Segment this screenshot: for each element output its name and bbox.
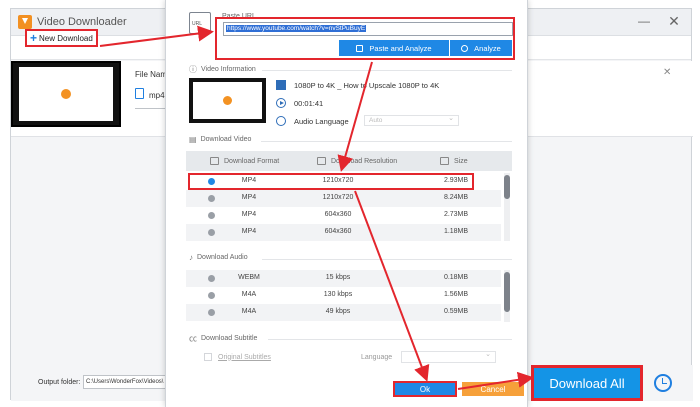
new-download-label: New Download — [39, 33, 93, 43]
minimize-button[interactable]: — — [636, 13, 652, 29]
output-folder-label: Output folder: — [38, 379, 81, 386]
subtitle-language-select[interactable] — [401, 350, 496, 363]
download-audio-label: Download Audio — [197, 254, 248, 261]
app-title: Video Downloader — [37, 16, 127, 28]
selected-row-highlight-box — [188, 173, 474, 190]
download-subtitle-label: Download Subtitle — [201, 335, 258, 342]
plus-icon: + — [30, 31, 38, 45]
url-icon — [189, 12, 211, 34]
play-icon — [276, 98, 286, 108]
app-logo-icon — [18, 15, 32, 29]
video-format-table: Download Format Download Resolution Size… — [186, 151, 512, 241]
resolution-column-header: Download Resolution — [317, 157, 397, 165]
original-subtitles-checkbox[interactable] — [204, 353, 212, 361]
download-dialog: Paste URL https://www.youtube.com/watch?… — [165, 0, 528, 407]
video-table-header: Download Format Download Resolution Size — [186, 151, 512, 171]
radio-button[interactable] — [208, 309, 215, 316]
original-subtitles-label: Original Subtitles — [218, 353, 271, 361]
radio-button[interactable] — [208, 292, 215, 299]
duration-row: 00:01:41 — [276, 98, 323, 108]
original-subtitles-option[interactable]: Original Subtitles — [204, 353, 271, 361]
video-thumbnail — [189, 78, 266, 123]
table-row[interactable]: WEBM 15 kbps 0.18MB — [186, 270, 501, 287]
radio-button[interactable] — [208, 212, 215, 219]
audio-language-select[interactable]: Auto — [364, 114, 459, 126]
url-highlight-box — [215, 17, 515, 60]
size-icon — [440, 157, 449, 165]
file-format-icon — [135, 88, 144, 99]
video-title: 1080P to 4K _ How to Upscale 1080P to 4K — [294, 80, 440, 90]
new-download-button[interactable]: + New Download — [25, 29, 98, 47]
scroll-thumb[interactable] — [504, 175, 510, 199]
video-info-section: ⓘ Video Information — [189, 64, 256, 75]
video-duration: 00:01:41 — [294, 98, 324, 108]
download-video-section: ▤ Download Video — [189, 135, 251, 144]
radio-button[interactable] — [208, 195, 215, 202]
remove-task-button[interactable]: ✕ — [663, 67, 671, 78]
radio-button[interactable] — [208, 229, 215, 236]
format-icon — [210, 157, 219, 165]
radio-button[interactable] — [208, 275, 215, 282]
film-icon: ▤ — [189, 135, 197, 144]
task-thumbnail — [11, 61, 121, 127]
video-logo-icon — [61, 89, 71, 99]
video-table-scrollbar[interactable] — [504, 173, 510, 241]
table-row[interactable]: M4A 130 kbps 1.56MB — [186, 287, 501, 304]
info-icon: ⓘ — [189, 65, 197, 74]
size-column-header: Size — [440, 157, 468, 165]
download-video-label: Download Video — [200, 136, 252, 143]
audio-language-label: Audio Language — [294, 116, 349, 126]
video-logo-icon — [223, 96, 232, 105]
download-audio-section: ♪ Download Audio — [189, 253, 248, 262]
table-row[interactable]: MP4 604x360 2.73MB — [186, 207, 501, 224]
table-row[interactable]: M4A 49 kbps 0.59MB — [186, 304, 501, 321]
subtitle-language-label: Language — [361, 354, 393, 361]
cancel-button[interactable]: Cancel — [462, 382, 524, 396]
output-folder-input[interactable]: C:\Users\WonderFox\Videos\ — [83, 375, 171, 389]
video-info-label: Video Information — [201, 66, 256, 73]
alarm-clock-icon[interactable] — [654, 374, 672, 392]
download-all-button[interactable]: Download All — [531, 365, 643, 401]
speaker-icon — [276, 116, 286, 126]
table-row[interactable]: MP4 1210x720 8.24MB — [186, 190, 501, 207]
music-note-icon: ♪ — [189, 253, 193, 262]
audio-language-row: Audio Language — [276, 116, 349, 126]
ok-button[interactable]: Ok — [393, 381, 457, 397]
audio-table-scrollbar[interactable] — [504, 270, 510, 322]
audio-format-table: WEBM 15 kbps 0.18MB M4A 130 kbps 1.56MB … — [186, 270, 512, 322]
document-icon — [276, 80, 286, 90]
resolution-icon — [317, 157, 326, 165]
subtitle-icon: ㏄ — [189, 334, 197, 343]
format-column-header: Download Format — [210, 157, 279, 165]
file-format-value: mp4 — [149, 91, 165, 100]
video-title-row: 1080P to 4K _ How to Upscale 1080P to 4K — [276, 80, 439, 90]
table-row[interactable]: MP4 604x360 1.18MB — [186, 224, 501, 241]
scroll-thumb[interactable] — [504, 272, 510, 312]
download-subtitle-section: ㏄ Download Subtitle — [189, 333, 257, 344]
close-window-button[interactable]: ✕ — [666, 13, 682, 29]
